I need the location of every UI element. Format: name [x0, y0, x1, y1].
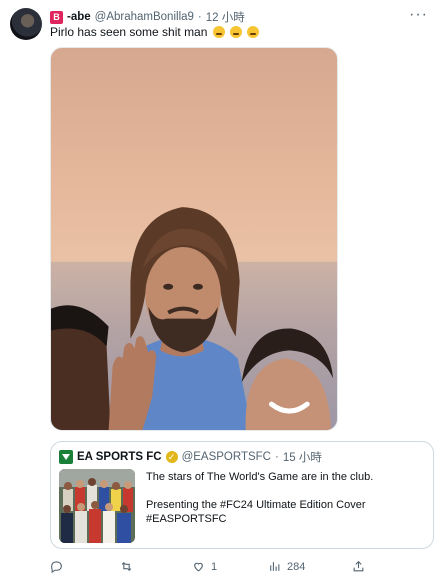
rolling-laughing-emoji-icon	[247, 26, 260, 38]
quoted-line-1: The stars of The World's Game are in the…	[146, 471, 374, 483]
timestamp[interactable]: 12 小時	[206, 9, 245, 25]
quoted-handle[interactable]: @EASPORTSFC	[182, 451, 271, 463]
ea-sports-logo-icon	[59, 450, 73, 464]
name-badge-icon: B	[50, 10, 63, 24]
separator-dot: ·	[275, 451, 279, 463]
retweet-button[interactable]	[120, 560, 139, 573]
like-count: 1	[211, 560, 218, 573]
share-button[interactable]	[352, 560, 365, 573]
quoted-hashtag[interactable]: #EASPORTSFC	[146, 512, 373, 526]
retweet-icon	[121, 561, 132, 572]
tweet-header: B -abe @AbrahamBonilla9 · 12 小時	[50, 9, 432, 25]
quoted-tweet-card[interactable]: EA SPORTS FC ✓ @EASPORTSFC · 15 小時 The s…	[50, 441, 434, 549]
more-options-icon[interactable]: ···	[409, 6, 428, 24]
avatar[interactable]	[10, 8, 42, 40]
tweet-image[interactable]	[50, 47, 338, 431]
tweet-body: Pirlo has seen some shit man	[50, 25, 208, 39]
like-button[interactable]: 1	[192, 560, 217, 573]
verified-badge-icon: ✓	[165, 451, 178, 463]
views-button[interactable]: 284	[268, 560, 305, 573]
reply-icon	[51, 561, 62, 573]
crying-face-emoji-icon	[212, 26, 225, 38]
fc24-cover-image	[59, 469, 135, 543]
reply-button[interactable]	[50, 560, 69, 573]
share-icon	[353, 560, 364, 572]
tweet-text: Pirlo has seen some shit man	[50, 25, 260, 39]
quoted-display-name[interactable]: EA SPORTS FC	[77, 451, 162, 463]
user-handle[interactable]: @AbrahamBonilla9	[95, 11, 194, 23]
quoted-text: The stars of The World's Game are in the…	[146, 470, 373, 526]
quoted-line-2: Presenting the #FC24 Ultimate Edition Co…	[146, 499, 366, 511]
action-bar: 1 284	[50, 560, 430, 578]
quoted-header: EA SPORTS FC ✓ @EASPORTSFC · 15 小時	[59, 449, 322, 465]
separator-dot: ·	[197, 11, 202, 23]
pirlo-photo	[51, 207, 337, 430]
display-name[interactable]: -abe	[67, 11, 91, 23]
crying-face-emoji-icon	[230, 26, 243, 38]
quoted-thumbnail[interactable]	[59, 469, 135, 543]
views-chart-icon	[270, 562, 280, 571]
views-count: 284	[287, 560, 306, 573]
quoted-timestamp[interactable]: 15 小時	[283, 449, 322, 465]
heart-icon	[194, 562, 203, 572]
